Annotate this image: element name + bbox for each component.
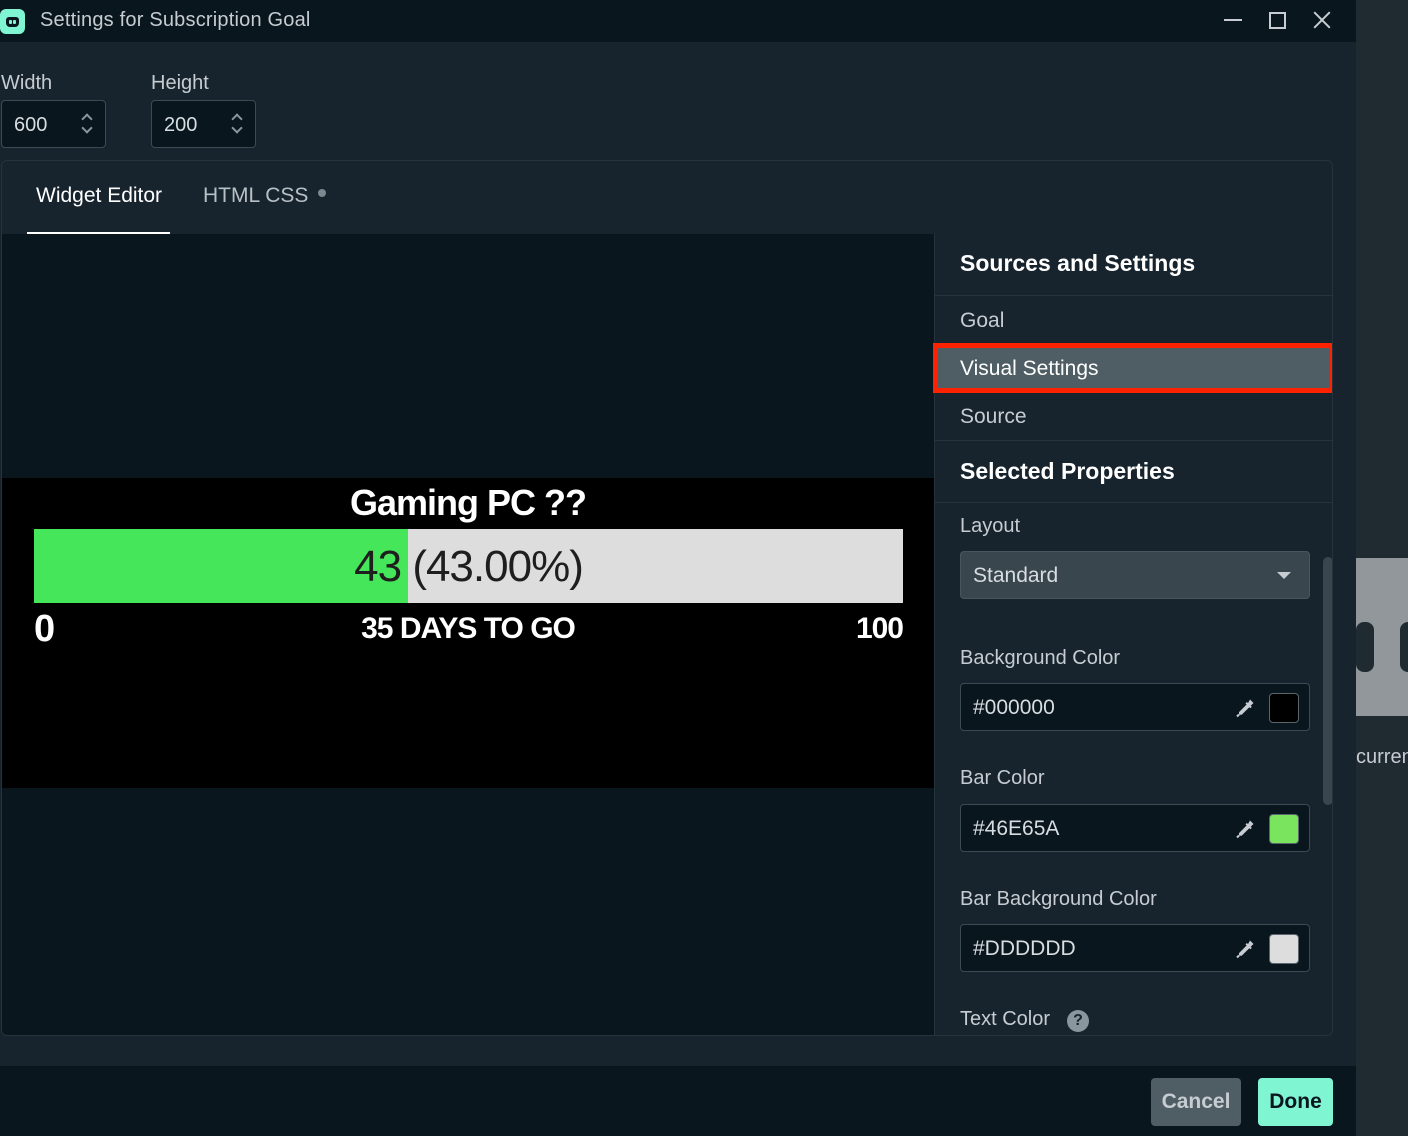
properties-scrollbar[interactable] xyxy=(1323,557,1332,805)
goal-max: 100 xyxy=(855,612,904,645)
goal-title: Gaming PC ?? xyxy=(349,482,587,523)
bar-background-color-swatch[interactable] xyxy=(1269,934,1299,964)
eyedropper-icon[interactable] xyxy=(1233,937,1257,961)
text-color-label-text: Text Color xyxy=(960,1008,1051,1030)
background-color-label: Background Color xyxy=(960,647,1121,669)
chevron-down-icon[interactable] xyxy=(81,122,93,134)
width-stepper[interactable] xyxy=(81,109,95,139)
nav-item-visual-settings[interactable]: Visual Settings xyxy=(933,343,1332,393)
background-color-value: #000000 xyxy=(973,696,1055,719)
caret-down-icon xyxy=(1277,572,1291,579)
background-window-text: curren xyxy=(1356,746,1408,768)
background-window: curren xyxy=(1356,0,1408,1136)
close-icon xyxy=(1313,11,1331,29)
nav-item-label: Source xyxy=(960,405,1027,428)
width-value: 600 xyxy=(14,114,48,136)
nav-item-source[interactable]: Source xyxy=(935,393,1332,439)
width-input[interactable]: 600 xyxy=(1,100,106,148)
window-title: Settings for Subscription Goal xyxy=(40,9,311,31)
divider xyxy=(935,440,1332,441)
chevron-down-icon[interactable] xyxy=(231,122,243,134)
settings-column: Sources and Settings Goal Visual Setting… xyxy=(933,234,1332,1035)
tab-widget-editor[interactable]: Widget Editor xyxy=(36,184,162,208)
height-label: Height xyxy=(151,72,209,94)
close-button[interactable] xyxy=(1305,4,1339,36)
goal-widget: Gaming PC ?? 43 (43.00%) 0 35 DAYS TO GO… xyxy=(2,478,934,788)
bar-background-color-value: #DDDDDD xyxy=(973,937,1076,960)
divider xyxy=(935,502,1332,503)
goal-days-remaining: 35 DAYS TO GO xyxy=(361,612,576,645)
unsaved-indicator-dot xyxy=(318,189,326,197)
nav-item-goal[interactable]: Goal xyxy=(935,297,1332,343)
minimize-icon xyxy=(1224,19,1242,21)
width-label: Width xyxy=(1,72,53,94)
bar-color-swatch[interactable] xyxy=(1269,814,1299,844)
tab-bar: Widget Editor HTML CSS xyxy=(2,161,1332,234)
layout-select[interactable]: Standard xyxy=(960,551,1310,599)
done-button[interactable]: Done xyxy=(1258,1078,1333,1126)
widget-preview: Gaming PC ?? 43 (43.00%) 0 35 DAYS TO GO… xyxy=(2,234,934,1035)
background-color-field[interactable]: #000000 xyxy=(960,683,1310,731)
goal-bar-text: 43 (43.00%) xyxy=(34,542,903,592)
dialog-footer: Cancel Done xyxy=(0,1066,1356,1136)
maximize-icon xyxy=(1268,11,1286,29)
nav-item-label: Goal xyxy=(960,309,1005,332)
background-thumbnail xyxy=(1356,558,1408,716)
sources-settings-heading: Sources and Settings xyxy=(960,250,1196,276)
eyedropper-icon[interactable] xyxy=(1233,696,1257,720)
goal-bar-background: 43 (43.00%) xyxy=(34,529,903,603)
layout-value: Standard xyxy=(973,564,1059,587)
eyedropper-icon[interactable] xyxy=(1233,817,1257,841)
streamlabs-logo-icon xyxy=(0,9,25,34)
cancel-button[interactable]: Cancel xyxy=(1151,1078,1241,1126)
bar-color-label: Bar Color xyxy=(960,767,1045,789)
properties-list: Layout Standard Background Color #000000… xyxy=(935,504,1332,1035)
title-bar: Settings for Subscription Goal xyxy=(0,0,1356,42)
help-icon[interactable]: ? xyxy=(1067,1010,1089,1032)
height-value: 200 xyxy=(164,114,198,136)
goal-current-value: 43 xyxy=(354,542,402,591)
height-input[interactable]: 200 xyxy=(151,100,256,148)
bar-color-field[interactable]: #46E65A xyxy=(960,804,1310,852)
editor-panel: Widget Editor HTML CSS Gaming PC ?? 43 (… xyxy=(1,160,1333,1036)
layout-label: Layout xyxy=(960,515,1021,537)
text-color-label: Text Color ? xyxy=(960,1008,1089,1032)
bar-background-color-field[interactable]: #DDDDDD xyxy=(960,924,1310,972)
minimize-button[interactable] xyxy=(1216,4,1250,36)
goal-percent: (43.00%) xyxy=(412,542,584,591)
maximize-button[interactable] xyxy=(1260,4,1294,36)
nav-item-label: Visual Settings xyxy=(960,357,1099,380)
height-stepper[interactable] xyxy=(231,109,245,139)
divider xyxy=(935,295,1332,296)
bar-background-color-label: Bar Background Color xyxy=(960,888,1157,910)
selected-properties-heading: Selected Properties xyxy=(960,458,1175,484)
background-color-swatch[interactable] xyxy=(1269,693,1299,723)
tab-html-css[interactable]: HTML CSS xyxy=(203,184,308,208)
bar-color-value: #46E65A xyxy=(973,817,1060,840)
